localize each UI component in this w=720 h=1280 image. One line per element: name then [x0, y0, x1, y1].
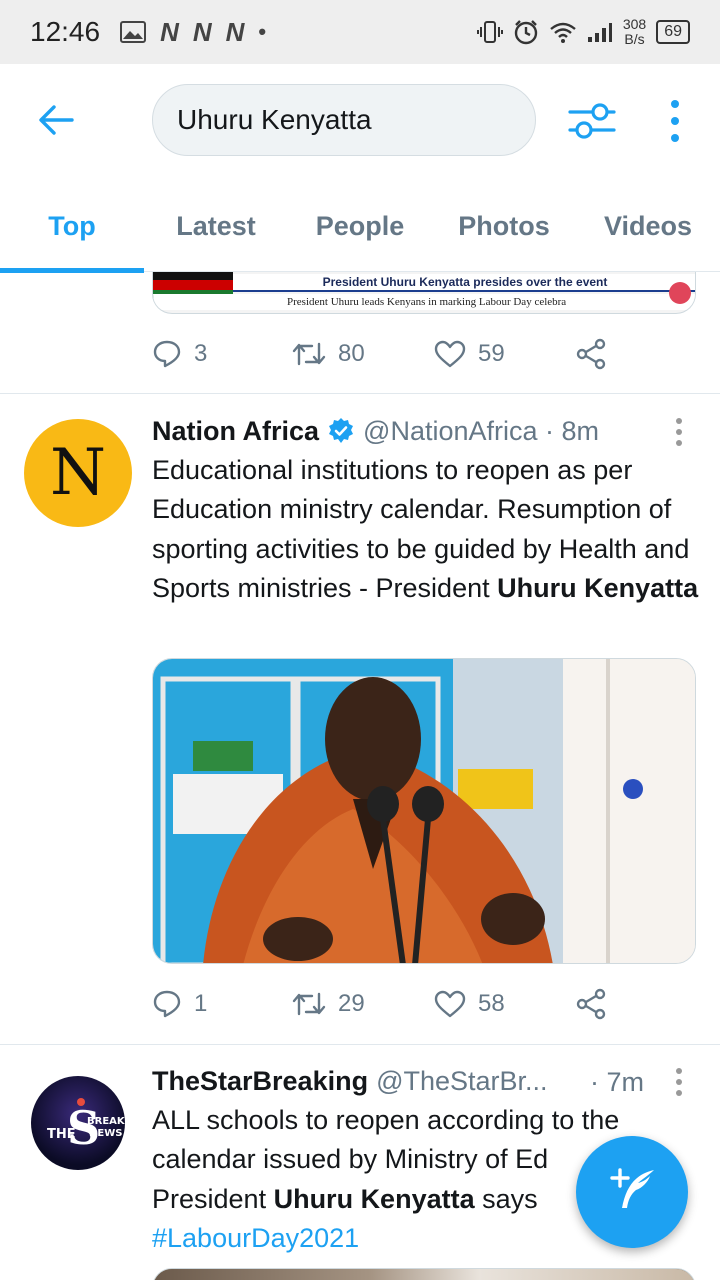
- reply-count: 3: [194, 340, 208, 367]
- reply-button[interactable]: 3: [152, 339, 292, 369]
- nation-notification-icon: N: [192, 16, 212, 47]
- search-header: Uhuru Kenyatta: [0, 64, 720, 180]
- speed-value: 308: [622, 16, 647, 32]
- retweet-button[interactable]: 80: [292, 340, 434, 368]
- nation-notification-icon: N: [225, 16, 245, 47]
- reply-icon: [153, 990, 181, 1018]
- retweet-count: 29: [338, 990, 365, 1017]
- retweet-icon: [292, 342, 326, 366]
- heart-icon: [434, 990, 466, 1018]
- author-name[interactable]: Nation Africa: [152, 416, 319, 447]
- tweet-more-icon[interactable]: [668, 417, 690, 447]
- avatar-letter: N: [50, 436, 106, 510]
- network-speed: 308 B/s: [623, 17, 646, 47]
- media-ticker-banner: President Uhuru leads Kenyans in marking…: [153, 294, 695, 310]
- speed-unit: B/s: [624, 31, 645, 47]
- battery-indicator: 69: [656, 20, 690, 44]
- verified-badge-icon: [329, 418, 354, 443]
- back-arrow-icon[interactable]: [36, 100, 76, 140]
- alarm-icon: [514, 20, 538, 45]
- like-count: 59: [478, 340, 505, 367]
- reply-count: 1: [194, 990, 208, 1017]
- reply-button[interactable]: 1: [152, 989, 292, 1019]
- svg-text:BREAKING: BREAKING: [87, 1116, 125, 1127]
- reply-icon: [153, 340, 181, 368]
- vibrate-icon: [476, 21, 503, 43]
- retweet-count: 80: [338, 340, 365, 367]
- tab-photos[interactable]: Photos: [432, 180, 576, 272]
- filter-sliders-icon[interactable]: [568, 98, 616, 144]
- tweet-text-highlight: Uhuru Kenyatta: [273, 1183, 475, 1214]
- hashtag-link[interactable]: #LabourDay2021: [152, 1223, 359, 1253]
- notification-icons: N N N •: [120, 17, 266, 48]
- tweet-photo[interactable]: [152, 658, 696, 964]
- tweet-text-highlight: Uhuru Kenyatta: [497, 572, 699, 603]
- media-caption-banner: President Uhuru Kenyatta presides over t…: [233, 274, 695, 292]
- channel-logo: [669, 282, 691, 304]
- tab-videos[interactable]: Videos: [576, 180, 720, 272]
- search-query: Uhuru Kenyatta: [177, 104, 372, 135]
- search-tabs: Top Latest People Photos Videos: [0, 180, 720, 273]
- tweet-text-plain: says: [474, 1183, 538, 1214]
- tweet-feed: President Uhuru Kenyatta presides over t…: [0, 272, 720, 1280]
- heart-icon: [434, 340, 466, 368]
- tweet-divider: [0, 393, 720, 394]
- search-input[interactable]: Uhuru Kenyatta: [152, 84, 536, 156]
- tweet-text[interactable]: Educational institutions to reopen as pe…: [152, 451, 700, 608]
- thestar-logo: THE S BREAKING NEWS: [47, 1098, 125, 1155]
- tweet-more-icon[interactable]: [668, 1067, 690, 1097]
- compose-tweet-icon: [610, 1168, 654, 1208]
- author-handle[interactable]: @TheStarBr...: [376, 1066, 547, 1097]
- tweet-time: · 7m: [590, 1067, 644, 1097]
- tab-people[interactable]: People: [288, 180, 432, 272]
- like-button[interactable]: 58: [434, 990, 576, 1018]
- tweet-header: TheStarBreaking @TheStarBr...: [152, 1061, 548, 1101]
- tab-latest[interactable]: Latest: [144, 180, 288, 272]
- signal-icon: [587, 23, 612, 42]
- share-button[interactable]: [576, 338, 608, 370]
- share-button[interactable]: [576, 988, 608, 1020]
- retweet-button[interactable]: 29: [292, 990, 434, 1018]
- avatar[interactable]: N: [24, 419, 132, 527]
- photo-top-edge: [153, 1269, 695, 1280]
- status-bar: 12:46 N N N • 308 B/s 69: [0, 0, 720, 64]
- svg-text:NEWS: NEWS: [89, 1128, 122, 1139]
- nation-notification-icon: N: [160, 16, 179, 47]
- image-notification-icon: [120, 21, 147, 43]
- status-time: 12:46: [30, 16, 101, 47]
- tweet-header: Nation Africa @NationAfrica · 8m: [152, 411, 599, 451]
- tab-top[interactable]: Top: [0, 180, 144, 273]
- president-speaking-photo: [153, 659, 695, 963]
- like-button[interactable]: 59: [434, 340, 576, 368]
- more-notifications-dot: •: [258, 19, 267, 44]
- author-name[interactable]: TheStarBreaking: [152, 1066, 368, 1097]
- tweet-actions: 1 29 58: [152, 984, 632, 1024]
- author-handle[interactable]: @NationAfrica · 8m: [363, 416, 599, 447]
- more-vertical-icon[interactable]: [660, 98, 690, 144]
- retweet-icon: [292, 992, 326, 1016]
- tweet-photo[interactable]: [152, 1268, 696, 1280]
- share-icon: [576, 988, 606, 1020]
- previous-tweet-media[interactable]: President Uhuru Kenyatta presides over t…: [152, 272, 696, 314]
- avatar[interactable]: THE S BREAKING NEWS: [31, 1076, 125, 1170]
- share-icon: [576, 338, 606, 370]
- wifi-icon: [550, 22, 576, 43]
- compose-tweet-button[interactable]: [576, 1136, 688, 1248]
- like-count: 58: [478, 990, 505, 1017]
- previous-tweet-actions: 3 80 59: [152, 334, 632, 374]
- system-status: 308 B/s 69: [476, 17, 690, 47]
- tweet-divider: [0, 1044, 720, 1045]
